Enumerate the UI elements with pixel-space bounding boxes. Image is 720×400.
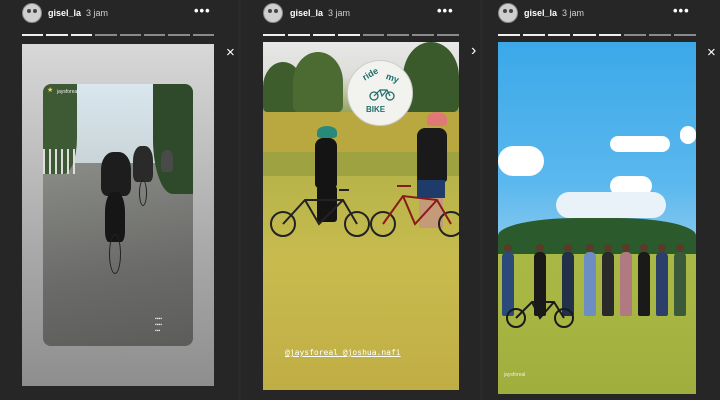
story-header: gisel_la 3 jam •••: [483, 0, 720, 34]
post-time: 3 jam: [86, 8, 109, 18]
story-panel-2[interactable]: gisel_la 3 jam ••• ride my BIKE @jaysfor…: [241, 0, 480, 400]
story-image-repost[interactable]: ★ jaysforeal ▪▪▪▪ ▪▪▪▪ ▪▪▪: [22, 44, 214, 386]
story-panel-3[interactable]: gisel_la 3 jam ••• jaysforeal ×: [483, 0, 720, 400]
bicycle-drawing: [506, 301, 574, 328]
username[interactable]: gisel_la: [290, 8, 323, 18]
story-image-group-photo[interactable]: jaysforeal: [498, 42, 696, 394]
bicycle-icon: [369, 89, 395, 101]
more-options-icon[interactable]: •••: [437, 4, 454, 17]
close-icon[interactable]: ×: [226, 45, 235, 60]
reposted-photo-cyclists: ★ jaysforeal ▪▪▪▪ ▪▪▪▪ ▪▪▪: [43, 84, 193, 346]
sticker-word-ride: ride: [360, 65, 380, 83]
more-options-icon[interactable]: •••: [673, 4, 690, 17]
avatar[interactable]: [263, 3, 283, 23]
photo-caption: jaysforeal: [504, 372, 526, 378]
story-progress-bar: [263, 34, 459, 36]
post-time: 3 jam: [328, 8, 351, 18]
reposter-tag[interactable]: jaysforeal: [57, 89, 78, 95]
ride-my-bike-sticker: ride my BIKE: [347, 60, 413, 126]
next-story-icon[interactable]: ›: [471, 43, 476, 59]
avatar[interactable]: [22, 3, 42, 23]
story-image-rice-field[interactable]: ride my BIKE @jaysforeal @joshua.nafi: [263, 42, 459, 390]
sticker-word-my: my: [384, 71, 401, 85]
story-header: gisel_la 3 jam •••: [241, 0, 480, 34]
sticker-word-bike: BIKE: [366, 105, 386, 114]
story-progress-bar: [22, 34, 214, 36]
star-icon: ★: [47, 87, 54, 94]
mentions-caption[interactable]: @jaysforeal @joshua.nafi: [285, 348, 401, 357]
close-icon[interactable]: ×: [707, 45, 716, 60]
username[interactable]: gisel_la: [48, 8, 81, 18]
story-progress-bar: [498, 34, 696, 36]
more-options-icon[interactable]: •••: [194, 4, 211, 17]
bicycles-drawing: [270, 185, 459, 237]
story-panel-1[interactable]: gisel_la 3 jam ••• ★ jaysforeal ▪▪▪▪ ▪▪▪▪…: [0, 0, 238, 400]
post-time: 3 jam: [562, 8, 585, 18]
avatar[interactable]: [498, 3, 518, 23]
photo-watermark: ▪▪▪▪ ▪▪▪▪ ▪▪▪: [155, 316, 163, 334]
story-header: gisel_la 3 jam •••: [0, 0, 238, 34]
username[interactable]: gisel_la: [524, 8, 557, 18]
